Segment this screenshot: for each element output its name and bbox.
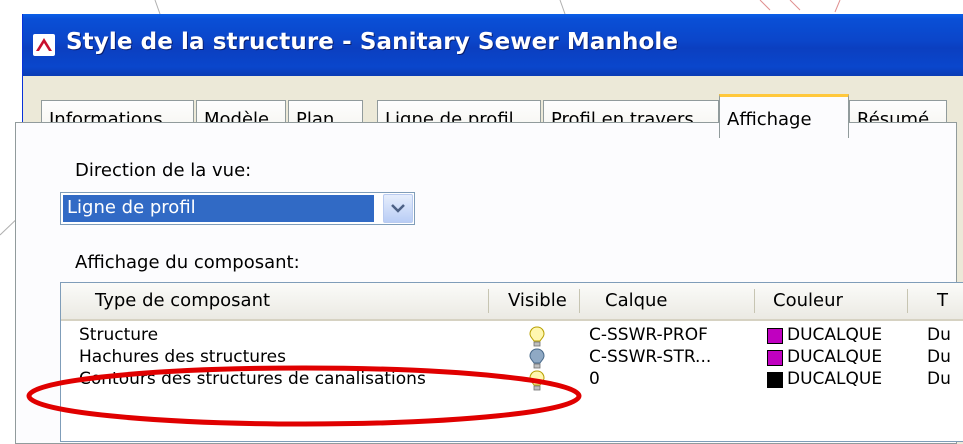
dropdown-button[interactable]	[383, 194, 413, 223]
view-direction-value: Ligne de profil	[63, 195, 374, 222]
col-type[interactable]: Type de composant	[95, 283, 270, 319]
tab-strip: Informations Modèle Plan Ligne de profil…	[23, 76, 963, 138]
color-value: DUCALQUE	[787, 347, 883, 367]
color-swatch	[767, 372, 783, 388]
red-highlight-ellipse	[26, 365, 582, 427]
col-divider[interactable]	[754, 289, 755, 313]
list-item[interactable]: Structure C-SSWR-PROF DUCALQUE Du	[61, 325, 963, 347]
component-type: Structure	[79, 325, 159, 345]
tab-affichage[interactable]: Affichage	[719, 94, 849, 138]
col-divider[interactable]	[579, 289, 580, 313]
layer-value: C-SSWR-STR...	[589, 347, 712, 367]
layer-value: C-SSWR-PROF	[589, 325, 708, 345]
layer-value: 0	[589, 369, 600, 389]
civil3d-app-icon	[33, 34, 55, 56]
col-t[interactable]: T	[937, 283, 948, 319]
col-layer[interactable]: Calque	[605, 283, 668, 319]
chevron-down-icon	[391, 204, 405, 213]
color-swatch	[767, 328, 783, 344]
col-color[interactable]: Couleur	[773, 283, 843, 319]
col-visible[interactable]: Visible	[508, 283, 567, 319]
window-title: Style de la structure - Sanitary Sewer M…	[66, 29, 679, 55]
color-value: DUCALQUE	[787, 325, 883, 345]
color-value: DUCALQUE	[787, 369, 883, 389]
list-header: Type de composant Visible Calque Couleur…	[61, 283, 963, 321]
t-value: Du	[927, 325, 951, 345]
col-divider[interactable]	[907, 289, 908, 313]
title-bar[interactable]: Style de la structure - Sanitary Sewer M…	[23, 14, 963, 76]
view-direction-select[interactable]: Ligne de profil	[60, 192, 415, 225]
component-display-label: Affichage du composant:	[75, 252, 300, 273]
view-direction-label: Direction de la vue:	[75, 160, 252, 181]
col-divider[interactable]	[488, 289, 489, 313]
color-swatch	[767, 350, 783, 366]
lightbulb-on-icon[interactable]	[528, 326, 546, 348]
t-value: Du	[927, 347, 951, 367]
t-value: Du	[927, 369, 951, 389]
